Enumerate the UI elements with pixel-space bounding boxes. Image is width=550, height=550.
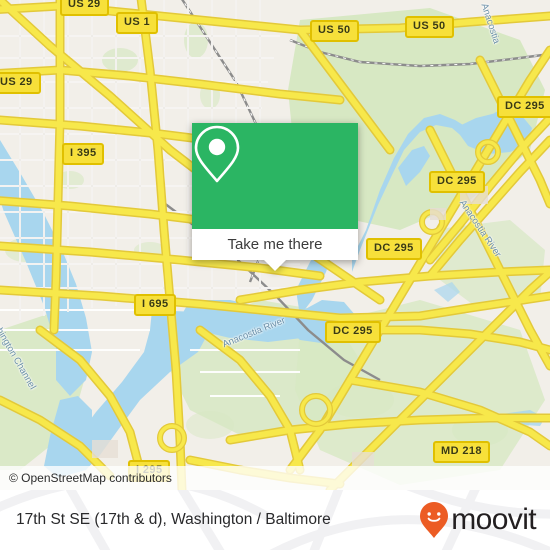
road-shield: US 29 [60,0,109,16]
location-popup-card[interactable]: Take me there [192,123,358,271]
take-me-there-label: Take me there [227,236,323,253]
page-title: 17th St SE (17th & d), Washington / Balt… [16,511,331,528]
footer-content: 17th St SE (17th & d), Washington / Balt… [0,490,550,550]
map-canvas[interactable]: US 29 US 1 US 50 US 50 US 29 DC 295 I 39… [0,0,550,490]
osm-attribution-text[interactable]: © OpenStreetMap contributors [9,471,172,485]
map-page: US 29 US 1 US 50 US 50 US 29 DC 295 I 39… [0,0,550,550]
road-shield: US 1 [116,12,159,34]
road-shield: DC 295 [497,96,550,118]
map-pin-icon [194,125,240,183]
take-me-there-button[interactable]: Take me there [192,229,358,260]
road-shield: MD 218 [433,441,490,463]
road-shield: US 50 [405,16,454,38]
moovit-pin-icon [420,502,449,538]
map-attribution-bar: © OpenStreetMap contributors [0,466,550,490]
moovit-wordmark: moovit [451,503,536,536]
road-shield: DC 295 [325,321,381,343]
road-shield: US 29 [0,72,41,94]
road-shield: DC 295 [366,238,422,260]
footer-bar: 17th St SE (17th & d), Washington / Balt… [0,490,550,550]
road-shield: US 50 [310,20,359,42]
popup-icon-area [192,123,358,229]
popup-tail [264,260,286,271]
road-shield: I 395 [62,143,105,165]
road-shield: I 695 [134,294,177,316]
moovit-logo[interactable]: moovit [419,501,537,539]
road-shield: DC 295 [429,171,485,193]
